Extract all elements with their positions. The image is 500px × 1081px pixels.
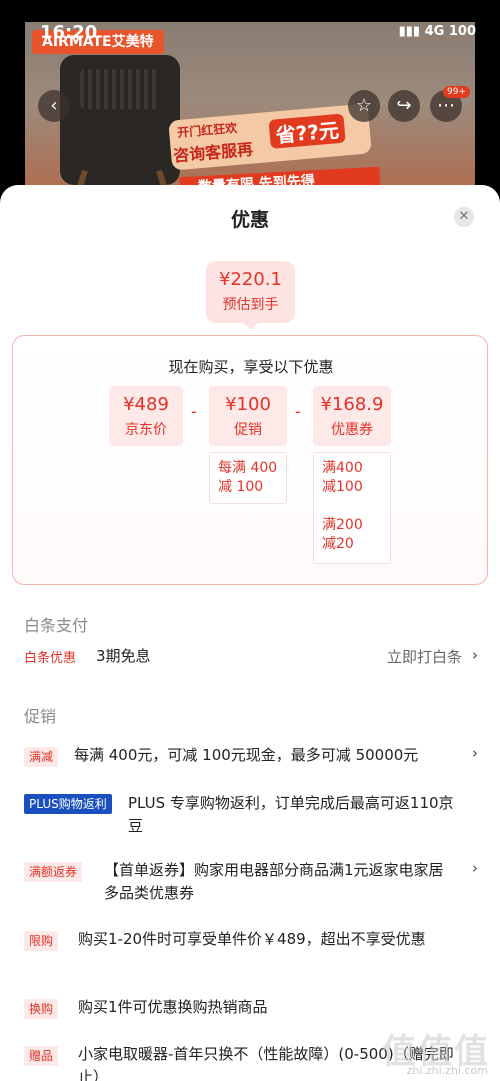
promo-item[interactable]: 满额返券 【首单返券】购家用电器部分商品满1元返家电家居多品类优惠券 ›	[24, 857, 484, 907]
coupon-details: 满400 减100 满200 减20	[313, 452, 391, 564]
promo-label: 促销	[234, 422, 262, 438]
estimated-price: ¥220.1	[219, 269, 282, 290]
baitiao-text: 3期免息	[96, 647, 151, 665]
estimated-price-badge: ¥220.1 预估到手	[206, 261, 295, 330]
promo-tag: 换购	[24, 999, 59, 1019]
baitiao-link[interactable]: 立即打白条	[387, 646, 462, 667]
coupon-detail-line: 满400	[322, 460, 363, 476]
promo-tag: 限购	[24, 931, 59, 951]
estimated-label: 预估到手	[222, 297, 279, 313]
chevron-right-icon: ›	[472, 744, 478, 762]
background-product-page: AIRMATE艾美特 开门红狂欢 咨询客服再 省??元 数量有限 先到先得 16…	[0, 0, 500, 200]
promo-tag: 赠品	[24, 1046, 59, 1066]
minus-operator: -	[295, 402, 301, 421]
promo-detail-line: 减 100	[218, 479, 264, 495]
star-icon[interactable]: ☆	[348, 90, 380, 122]
sheet-title: 优惠	[230, 209, 269, 231]
message-badge: 99+	[443, 86, 470, 98]
status-time: 16:20	[40, 22, 98, 43]
plus-tag: PLUS购物返利	[24, 794, 112, 814]
promo-item[interactable]: 满减 每满 400元，可减 100元现金，最多可减 50000元 ›	[24, 743, 484, 769]
discount-sheet: 优惠 ✕ ¥220.1 预估到手 现在购买，享受以下优惠 ¥489 京东价 - …	[0, 185, 500, 1081]
banner-highlight: 省??元	[268, 113, 346, 149]
promo-value: ¥100	[225, 394, 271, 415]
coupon-label: 优惠券	[331, 422, 373, 438]
coupon-detail-line: 满200	[322, 517, 363, 533]
promo-text: 购买1件可优惠换购热销商品	[78, 998, 268, 1016]
promo-chip: ¥100 促销	[209, 386, 287, 446]
promo-item[interactable]: 换购 购买1件可优惠换购热销商品	[24, 994, 484, 1020]
close-icon[interactable]: ✕	[454, 207, 474, 227]
jd-price-label: 京东价	[125, 422, 167, 438]
status-indicators: ▮▮▮ 4G 100	[399, 24, 476, 39]
coupon-value: ¥168.9	[320, 394, 384, 415]
calc-heading: 现在购买，享受以下优惠	[168, 358, 334, 376]
coupon-chip: ¥168.9 优惠券	[313, 386, 391, 446]
coupon-detail-line: 减100	[322, 479, 363, 495]
promo-tag: 满额返券	[24, 862, 83, 882]
promo-text: PLUS 专享购物返利，订单完成后最高可返110京豆	[128, 794, 454, 835]
chevron-right-icon: ›	[472, 646, 478, 664]
back-icon[interactable]: ‹	[38, 90, 70, 122]
baitiao-section-label: 白条支付	[24, 616, 89, 635]
coupon-detail-line: 减20	[322, 536, 354, 552]
promo-text: 【首单返券】购家用电器部分商品满1元返家电家居多品类优惠券	[104, 861, 444, 902]
promo-section-label: 促销	[24, 707, 57, 726]
battery-label: 100	[448, 24, 476, 39]
promo-text: 每满 400元，可减 100元现金，最多可减 50000元	[74, 746, 419, 764]
signal-icon: ▮▮▮	[398, 24, 421, 39]
promo-detail: 每满 400 减 100	[209, 452, 287, 504]
jd-price-value: ¥489	[123, 394, 169, 415]
promo-item[interactable]: PLUS购物返利 PLUS 专享购物返利，订单完成后最高可返110京豆	[24, 790, 484, 840]
heater-image	[60, 55, 180, 185]
promo-tag: 满减	[24, 747, 59, 767]
promo-detail-line: 每满 400	[218, 460, 278, 476]
watermark-url: zhi.zhi.zhi.com	[406, 1064, 488, 1077]
baitiao-row[interactable]: 白条优惠 3期免息 立即打白条 ›	[24, 645, 484, 671]
share-icon[interactable]: ↪	[388, 90, 420, 122]
baitiao-tag: 白条优惠	[24, 651, 77, 666]
promo-item[interactable]: 限购 购买1-20件时可享受单件价￥489，超出不享受优惠	[24, 926, 484, 976]
discount-calculation: 现在购买，享受以下优惠 ¥489 京东价 - ¥100 促销 - ¥168.9 …	[12, 335, 488, 585]
network-label: 4G	[424, 24, 445, 39]
promo-text: 购买1-20件时可享受单件价￥489，超出不享受优惠	[78, 930, 426, 948]
minus-operator: -	[191, 402, 197, 421]
jd-price-chip: ¥489 京东价	[109, 386, 183, 446]
chevron-right-icon: ›	[472, 859, 478, 877]
